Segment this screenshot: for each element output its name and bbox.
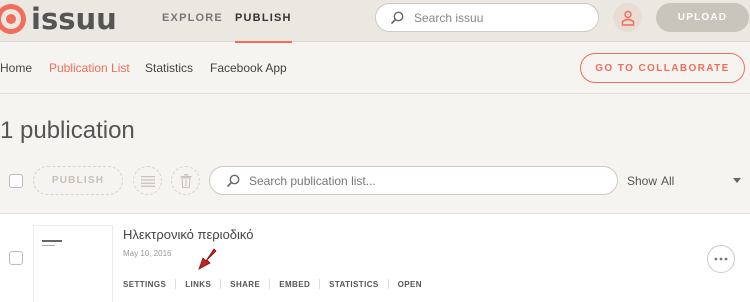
publication-search-bar[interactable] [209,166,618,195]
user-button[interactable] [613,3,642,32]
nav-publish[interactable]: PUBLISH [235,0,292,43]
show-filter-label: Show [627,174,658,188]
upload-button[interactable]: UPLOAD [656,3,749,32]
search-input[interactable] [414,10,584,25]
publication-thumbnail[interactable] [33,225,113,302]
publication-checkbox[interactable] [9,251,23,265]
action-embed[interactable]: EMBED [279,280,310,289]
select-all-checkbox[interactable] [9,174,23,188]
nav-explore[interactable]: EXPLORE [162,0,223,42]
publish-button[interactable]: PUBLISH [33,166,123,195]
search-icon [226,174,240,187]
annotation-arrow [198,248,217,270]
show-filter-select[interactable]: All [661,174,674,188]
thumbnail-text-line [42,245,55,246]
divider [269,279,271,289]
publication-search-input[interactable] [249,173,599,188]
subnav-facebook-app[interactable]: Facebook App [210,61,287,75]
top-bar: issuu EXPLORE PUBLISH UPLOAD [0,0,750,43]
trash-icon [180,173,191,188]
publication-title[interactable]: Ηλεκτρονικό περιοδικό [123,227,254,242]
action-share[interactable]: SHARE [230,280,260,289]
publication-date: May 10, 2016 [123,249,172,258]
thumbnail-text-line [42,240,62,242]
chevron-down-icon[interactable] [733,178,741,183]
logo-icon [0,4,26,34]
search-icon [390,11,404,24]
action-statistics[interactable]: STATISTICS [329,280,378,289]
issuu-logo[interactable]: issuu [0,4,117,34]
go-to-collaborate-button[interactable]: GO TO COLLABORATE [580,53,745,83]
divider [175,279,177,289]
logo-text: issuu [31,2,117,36]
divider [220,279,222,289]
list-button[interactable] [133,166,162,195]
subnav-home[interactable]: Home [0,61,32,75]
divider [319,279,321,289]
action-open[interactable]: OPEN [398,280,422,289]
user-icon [621,10,634,26]
delete-button[interactable] [171,166,200,195]
publication-row: Ηλεκτρονικό περιοδικό May 10, 2016 SETTI… [0,213,750,302]
subnav-publication-list[interactable]: Publication List [49,61,130,75]
subnav-statistics[interactable]: Statistics [145,61,193,75]
more-options-button[interactable] [707,245,735,273]
page-title: 1 publication [0,117,135,144]
action-links[interactable]: LINKS [185,280,211,289]
more-icon [714,257,728,261]
search-bar[interactable] [375,3,599,32]
publication-actions: SETTINGS LINKS SHARE EMBED STATISTICS OP… [123,279,422,289]
divider [387,279,389,289]
list-icon [140,175,155,187]
sub-navigation: Home Publication List Statistics Faceboo… [0,42,750,94]
action-settings[interactable]: SETTINGS [123,280,166,289]
